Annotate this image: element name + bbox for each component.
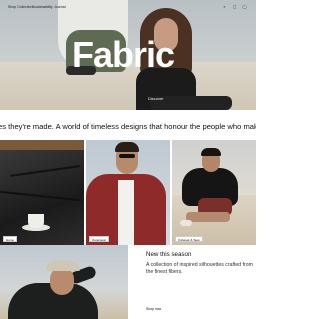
search-icon[interactable]: ⌕ bbox=[222, 4, 227, 9]
promo-photo[interactable] bbox=[0, 245, 128, 319]
promo-subtitle: A collection of inspired silhouettes cra… bbox=[146, 262, 253, 275]
scrolling-tagline: es they're made. A world of timeless des… bbox=[0, 112, 256, 140]
category-tile-knitwear[interactable]: Knitwear & Tees bbox=[172, 140, 256, 245]
promo-headline: New this season bbox=[146, 251, 192, 258]
promo-photo-face bbox=[50, 267, 74, 295]
nav-link-shop[interactable]: Shop Collection bbox=[8, 5, 33, 9]
promo-photo-cap bbox=[46, 261, 80, 271]
hero-banner: Fabric Discover bbox=[0, 0, 256, 110]
tagline-text: es they're made. A world of timeless des… bbox=[0, 121, 256, 131]
tile-home-cup bbox=[28, 214, 44, 228]
hero-title: Fabric bbox=[72, 34, 175, 75]
nav-link-sustainability[interactable]: Sustainability bbox=[32, 5, 53, 9]
category-tag-outerwear[interactable]: Outerwear bbox=[89, 236, 110, 242]
tile-outerwear-shirt bbox=[118, 180, 134, 245]
bag-icon[interactable]: ▢ bbox=[232, 4, 237, 9]
shop-now-link[interactable]: Shop now bbox=[146, 307, 161, 311]
category-tile-home[interactable]: Home bbox=[0, 140, 84, 245]
category-tile-outerwear[interactable]: Outerwear bbox=[86, 140, 170, 245]
category-grid: Home Outerwear Knitwear & Tees bbox=[0, 140, 256, 245]
user-icon[interactable]: ◯ bbox=[242, 4, 247, 9]
tile-knitwear-hair bbox=[201, 148, 221, 156]
nav-link-journal[interactable]: Journal bbox=[54, 5, 65, 9]
sunglasses-icon bbox=[119, 154, 135, 158]
category-tag-home[interactable]: Home bbox=[3, 236, 18, 242]
tile-knitwear-shoe bbox=[180, 220, 192, 226]
promo-text: New this season A collection of inspired… bbox=[146, 251, 254, 275]
tile-knitwear-legs bbox=[186, 212, 230, 222]
new-season-section: New this season A collection of inspired… bbox=[0, 245, 256, 319]
hero-caption[interactable]: Discover bbox=[148, 96, 164, 101]
top-nav: Shop Collection Sustainability Journal ⌕… bbox=[0, 0, 256, 14]
category-tag-knitwear[interactable]: Knitwear & Tees bbox=[175, 236, 203, 242]
tile-outerwear-hair bbox=[115, 142, 139, 152]
